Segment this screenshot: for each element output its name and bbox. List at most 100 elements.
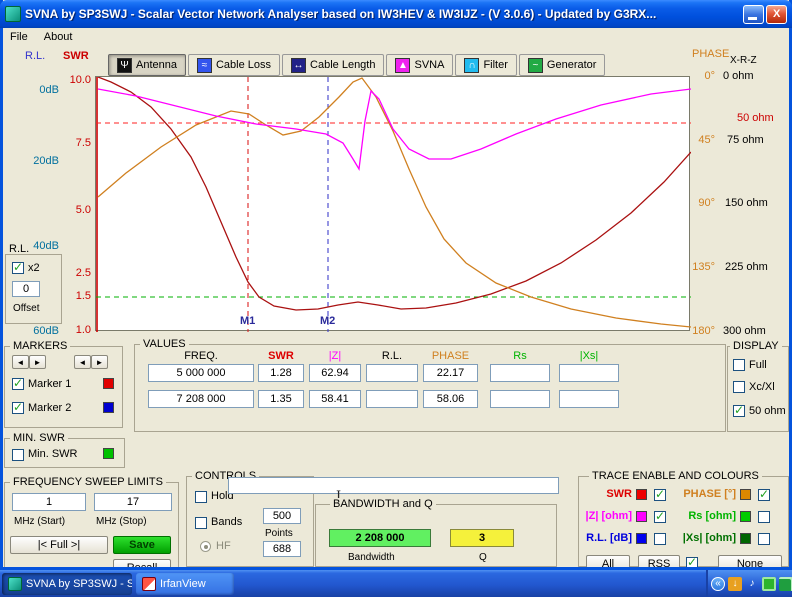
toolbar-antenna-button[interactable]: Ψ Antenna [108, 54, 186, 76]
marker1-color-swatch [103, 378, 114, 389]
band-text-input[interactable] [228, 477, 559, 494]
ohm-tick-0: 0 ohm [723, 70, 754, 82]
swr-axis-title: SWR [63, 50, 89, 62]
trace-rss-button[interactable]: RSS [638, 555, 680, 567]
freq-stop-label: MHz (Stop) [96, 516, 147, 527]
markers-panel-title: MARKERS [10, 340, 71, 352]
trace-rl-checkbox[interactable] [654, 533, 666, 545]
taskbar-irfanview-button[interactable]: IrfanView [136, 573, 234, 595]
toolbar-antenna-label: Antenna [136, 59, 177, 71]
toolbar-cable-length-button[interactable]: ↔ Cable Length [282, 54, 385, 76]
toolbar: Ψ Antenna ≈ Cable Loss ↔ Cable Length ▲ … [108, 54, 606, 76]
marker1-step-left-button[interactable]: ◄ [12, 355, 29, 369]
cable-length-icon: ↔ [291, 57, 307, 73]
min-swr-color-swatch [103, 448, 114, 459]
m2-swr-value: 1.35 [258, 390, 304, 408]
full-sweep-button[interactable]: |< Full >| [10, 536, 108, 554]
m2-rl-value [366, 390, 418, 408]
tray-volume-icon[interactable]: ♪ [745, 577, 759, 591]
q-value: 3 [450, 529, 514, 547]
tray-display-icon[interactable] [762, 576, 776, 591]
display-panel-title: DISPLAY [730, 340, 782, 352]
menubar: File About [3, 28, 789, 46]
hold-checkbox[interactable] [195, 491, 207, 503]
points-secondary-field[interactable] [263, 541, 301, 557]
marker2-label: Marker 2 [28, 402, 72, 414]
system-tray: « ↓ ♪ [706, 570, 792, 597]
offset-field[interactable] [12, 281, 40, 297]
hf-label: HF [216, 540, 231, 552]
ohm-tick-50: 50 ohm [737, 112, 774, 124]
swr-tick-7-5: 7.5 [75, 137, 91, 149]
m1-freq-value[interactable]: 5 000 000 [148, 364, 254, 382]
marker1-step-right-button[interactable]: ► [29, 355, 46, 369]
display-xcxl-checkbox[interactable] [733, 381, 745, 393]
recall-button[interactable]: Recall [113, 559, 171, 567]
trace-none-button[interactable]: None [718, 555, 782, 567]
menu-file[interactable]: File [10, 31, 28, 43]
hf-radio[interactable] [200, 541, 211, 552]
sweep-plot[interactable]: M1 M2 [95, 76, 692, 332]
trace-z-checkbox[interactable] [654, 509, 666, 523]
toolbar-svna-button[interactable]: ▲ SVNA [386, 54, 454, 76]
tray-update-icon[interactable]: ↓ [728, 576, 742, 591]
trace-phase-checkbox[interactable] [758, 487, 770, 501]
rl-tick-20db: 20dB [33, 155, 59, 167]
desktop: SVNA by SP3SWJ - Scalar Vector Network A… [0, 0, 792, 597]
toolbar-filter-label: Filter [483, 59, 508, 71]
header-rs: Rs [513, 350, 527, 362]
titlebar[interactable]: SVNA by SP3SWJ - Scalar Vector Network A… [0, 0, 792, 28]
phase-tick-45: 45° [698, 134, 715, 146]
marker2-step-right-button[interactable]: ► [91, 355, 108, 369]
min-swr-panel: MIN. SWR Min. SWR [4, 432, 125, 468]
m1-swr-value: 1.28 [258, 364, 304, 382]
marker2-step-left-button[interactable]: ◄ [74, 355, 91, 369]
freq-start-field[interactable] [12, 493, 86, 511]
tray-network-icon[interactable] [779, 576, 792, 591]
phase-tick-180: 180° [692, 325, 715, 337]
toolbar-filter-button[interactable]: ∩ Filter [455, 54, 517, 76]
trace-rss-checkbox[interactable] [686, 555, 698, 567]
ohm-tick-75: 75 ohm [727, 134, 764, 146]
trace-swr-label: SWR [606, 488, 632, 500]
offset-label: Offset [13, 303, 40, 314]
marker2-checkbox[interactable] [12, 400, 24, 414]
plot-canvas [96, 76, 692, 332]
app-window: SVNA by SP3SWJ - Scalar Vector Network A… [0, 0, 792, 570]
taskbar-svna-button[interactable]: SVNA by SP3SWJ - S... [2, 573, 132, 595]
display-50ohm-checkbox[interactable] [733, 403, 745, 417]
trace-xs-checkbox[interactable] [758, 533, 770, 545]
trace-swr-checkbox[interactable] [654, 487, 666, 501]
min-swr-label: Min. SWR [28, 448, 78, 460]
save-button[interactable]: Save [113, 536, 171, 554]
m2-freq-value[interactable]: 7 208 000 [148, 390, 254, 408]
cable-loss-icon: ≈ [196, 57, 212, 73]
toolbar-cable-loss-button[interactable]: ≈ Cable Loss [187, 54, 281, 76]
min-swr-checkbox[interactable] [12, 449, 24, 461]
menu-about[interactable]: About [44, 31, 73, 43]
antenna-icon: Ψ [117, 57, 132, 73]
phase-tick-90: 90° [698, 197, 715, 209]
header-phase: PHASE [431, 350, 470, 362]
toolbar-svna-label: SVNA [414, 59, 445, 71]
trace-rs-checkbox[interactable] [758, 511, 770, 523]
display-full-checkbox[interactable] [733, 359, 745, 371]
bands-checkbox[interactable] [195, 517, 207, 529]
trace-xs-swatch [740, 533, 751, 544]
toolbar-generator-button[interactable]: ~ Generator [518, 54, 606, 76]
close-button[interactable] [766, 4, 787, 24]
points-field[interactable] [263, 508, 301, 524]
tray-collapse-icon[interactable]: « [711, 576, 725, 591]
trace-all-button[interactable]: All [586, 555, 630, 567]
marker1-checkbox[interactable] [12, 376, 24, 390]
freq-stop-field[interactable] [94, 493, 172, 511]
trace-panel-title: TRACE ENABLE AND COLOURS [589, 470, 762, 482]
main-content: R.L. SWR 0dB 20dB 40dB 60dB 10.0 7.5 5.0… [3, 46, 789, 567]
trace-z-swatch [636, 511, 647, 522]
minimize-button[interactable] [743, 4, 764, 24]
taskbar: SVNA by SP3SWJ - S... IrfanView « ↓ ♪ [0, 570, 792, 597]
x2-checkbox[interactable] [12, 260, 24, 274]
trace-xs-label: |Xs| [ohm] [682, 532, 736, 544]
trace-rs-swatch [740, 511, 751, 522]
trace-z-label: |Z| [ohm] [585, 510, 632, 522]
